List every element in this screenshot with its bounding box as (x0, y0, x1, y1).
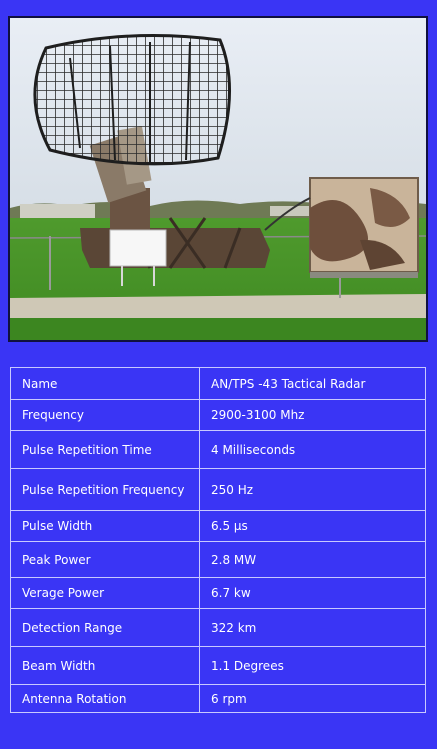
radar-photo (8, 16, 428, 342)
spec-label: Antenna Rotation (10, 684, 200, 713)
spec-value: 1.1 Degrees (199, 646, 426, 685)
spec-label: Peak Power (10, 541, 200, 578)
table-row: Pulse Repetition Time 4 Milliseconds (10, 430, 426, 469)
spec-label: Detection Range (10, 608, 200, 647)
specs-table: Name AN/TPS -43 Tactical Radar Frequency… (10, 367, 426, 713)
spec-value: 4 Milliseconds (199, 430, 426, 469)
spec-label: Name (10, 367, 200, 400)
spec-value: 6.5 µs (199, 510, 426, 542)
spec-label: Pulse Repetition Time (10, 430, 200, 469)
spec-value: 250 Hz (199, 468, 426, 511)
radar-antenna-photo (10, 18, 426, 340)
table-row: Beam Width 1.1 Degrees (10, 646, 426, 685)
spec-label: Verage Power (10, 577, 200, 609)
spec-label: Beam Width (10, 646, 200, 685)
spec-value: 6.7 kw (199, 577, 426, 609)
spec-label: Pulse Width (10, 510, 200, 542)
table-row: Peak Power 2.8 MW (10, 541, 426, 578)
spec-label: Pulse Repetition Frequency (10, 468, 200, 511)
spec-value: 2.8 MW (199, 541, 426, 578)
table-row: Frequency 2900-3100 Mhz (10, 399, 426, 431)
spec-value: AN/TPS -43 Tactical Radar (199, 367, 426, 400)
table-row: Pulse Width 6.5 µs (10, 510, 426, 542)
spec-value: 6 rpm (199, 684, 426, 713)
table-row: Pulse Repetition Frequency 250 Hz (10, 468, 426, 511)
table-row: Verage Power 6.7 kw (10, 577, 426, 609)
table-row: Antenna Rotation 6 rpm (10, 684, 426, 713)
spec-value: 2900-3100 Mhz (199, 399, 426, 431)
table-row: Detection Range 322 km (10, 608, 426, 647)
spec-value: 322 km (199, 608, 426, 647)
spec-label: Frequency (10, 399, 200, 431)
table-row: Name AN/TPS -43 Tactical Radar (10, 367, 426, 400)
